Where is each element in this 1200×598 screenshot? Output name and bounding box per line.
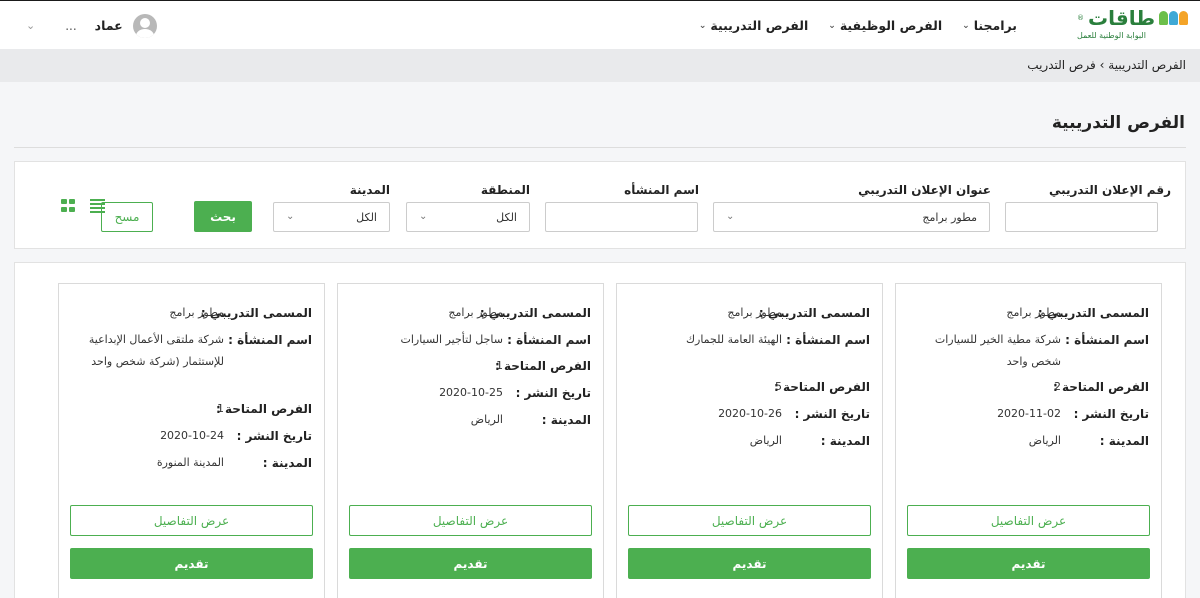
ad-number-input[interactable]: [1005, 202, 1158, 232]
breadcrumb-current: فرص التدريب: [1027, 58, 1096, 72]
chevron-down-icon: ⌄: [419, 211, 428, 222]
grid-view-icon[interactable]: [59, 199, 75, 213]
nav-our-programs[interactable]: برامجنا ⌄: [962, 18, 1017, 33]
registered-mark: ®: [1077, 14, 1084, 22]
chevron-down-icon[interactable]: ⌄: [26, 19, 35, 32]
published-value: 2020-10-24: [160, 429, 224, 442]
page-title: الفرص التدريبية: [1051, 113, 1185, 133]
results-container: المسمى التدريبي : مطور برامج اسم المنشأة…: [14, 262, 1186, 598]
title-value: مطور برامج: [1006, 306, 1061, 319]
available-value: 5: [775, 380, 782, 393]
opportunity-card: المسمى التدريبي : مطور برامج اسم المنشأة…: [895, 283, 1162, 598]
nav-label: برامجنا: [973, 18, 1017, 33]
apply-button[interactable]: تقديم: [907, 548, 1150, 579]
region-label: المنطقة: [480, 183, 530, 197]
details-button[interactable]: عرض التفاصيل: [70, 505, 313, 536]
ad-title-value: مطور برامج: [922, 210, 977, 224]
establishment-value: الهيئة العامة للجمارك: [685, 333, 782, 346]
logo-text: طاقات: [1088, 6, 1156, 30]
city-value: الرياض: [470, 413, 503, 426]
city-value: المدينة المنورة: [156, 456, 224, 469]
apply-button[interactable]: تقديم: [628, 548, 871, 579]
available-label: الفرص المتاحة :: [494, 359, 591, 373]
establishment-label: اسم المنشأة :: [228, 333, 312, 347]
published-label: تاريخ النشر :: [515, 386, 591, 400]
title-value: مطور برامج: [169, 306, 224, 319]
region-value: الكل: [496, 210, 517, 224]
search-panel: رقم الإعلان التدريبي عنوان الإعلان التدر…: [14, 161, 1186, 249]
chevron-down-icon: ⌄: [828, 20, 836, 31]
available-label: الفرص المتاحة :: [773, 380, 870, 394]
breadcrumb-parent[interactable]: الفرص التدريبية: [1108, 58, 1186, 72]
nav-job-opportunities[interactable]: الفرص الوظيفية ⌄: [828, 18, 942, 33]
details-button[interactable]: عرض التفاصيل: [628, 505, 871, 536]
top-header: طاقات ® البوابة الوطنية للعمل برامجنا ⌄ …: [0, 0, 1200, 49]
published-label: تاريخ النشر :: [794, 407, 870, 421]
city-label: المدينة :: [541, 413, 591, 427]
title-divider: [14, 147, 1186, 148]
breadcrumb: الفرص التدريبية › فرص التدريب: [1027, 58, 1186, 72]
logo-subtitle: البوابة الوطنية للعمل: [1077, 31, 1146, 40]
ad-title-select[interactable]: مطور برامج ⌄: [713, 202, 990, 232]
establishment-value: شركة مطية الخير للسيارات شخص واحد: [934, 333, 1061, 368]
available-value: 1: [496, 359, 503, 372]
nav-training-opportunities[interactable]: الفرص التدريبية ⌄: [699, 18, 808, 33]
details-button[interactable]: عرض التفاصيل: [349, 505, 592, 536]
published-value: 2020-10-25: [439, 386, 503, 399]
available-label: الفرص المتاحة :: [215, 402, 312, 416]
city-label: المدينة: [349, 183, 390, 197]
people-icon: [1159, 11, 1189, 25]
list-view-icon[interactable]: [89, 199, 105, 213]
establishment-label: اسم المنشأه: [624, 183, 699, 197]
ad-title-label: عنوان الإعلان التدريبي: [858, 183, 991, 197]
avatar-icon[interactable]: [132, 13, 157, 38]
city-value: الرياض: [749, 434, 782, 447]
apply-button[interactable]: تقديم: [70, 548, 313, 579]
chevron-down-icon: ⌄: [726, 211, 735, 222]
nav-label: الفرص الوظيفية: [839, 18, 943, 33]
city-value: الكل: [356, 210, 377, 224]
title-value: مطور برامج: [448, 306, 503, 319]
opportunity-card: المسمى التدريبي : مطور برامج اسم المنشأة…: [616, 283, 883, 598]
main-nav: برامجنا ⌄ الفرص الوظيفية ⌄ الفرص التدريب…: [699, 1, 1017, 50]
opportunity-card: المسمى التدريبي : مطور برامج اسم المنشأة…: [58, 283, 325, 598]
available-value: 2: [1054, 380, 1061, 393]
city-select[interactable]: الكل ⌄: [273, 202, 390, 232]
user-more[interactable]: ...: [65, 19, 76, 33]
published-value: 2020-10-26: [718, 407, 782, 420]
chevron-down-icon: ⌄: [286, 211, 295, 222]
ad-number-label: رقم الإعلان التدريبي: [1048, 183, 1171, 197]
city-label: المدينة :: [820, 434, 870, 448]
chevron-down-icon: ⌄: [698, 20, 707, 31]
chevron-down-icon: ⌄: [962, 20, 970, 31]
apply-button[interactable]: تقديم: [349, 548, 592, 579]
published-label: تاريخ النشر :: [236, 429, 312, 443]
user-name: عماد: [94, 18, 123, 33]
breadcrumb-separator: ›: [1099, 58, 1105, 72]
details-button[interactable]: عرض التفاصيل: [907, 505, 1150, 536]
available-label: الفرص المتاحة :: [1052, 380, 1149, 394]
establishment-label: اسم المنشأة :: [1065, 333, 1149, 347]
published-label: تاريخ النشر :: [1073, 407, 1149, 421]
city-label: المدينة :: [262, 456, 312, 470]
city-value: الرياض: [1028, 434, 1061, 447]
breadcrumb-bar: الفرص التدريبية › فرص التدريب: [0, 49, 1200, 82]
clear-button[interactable]: مسح: [101, 202, 153, 232]
city-label: المدينة :: [1099, 434, 1149, 448]
user-menu[interactable]: ⌄ ... عماد: [26, 1, 157, 50]
taqat-logo[interactable]: طاقات ® البوابة الوطنية للعمل: [1077, 6, 1189, 43]
region-select[interactable]: الكل ⌄: [406, 202, 530, 232]
nav-label: الفرص التدريبية: [710, 18, 809, 33]
published-value: 2020-11-02: [997, 407, 1061, 420]
opportunity-card: المسمى التدريبي : مطور برامج اسم المنشأة…: [337, 283, 604, 598]
establishment-input[interactable]: [545, 202, 698, 232]
search-button[interactable]: بحث: [194, 201, 252, 232]
establishment-label: اسم المنشأة :: [507, 333, 591, 347]
title-value: مطور برامج: [727, 306, 782, 319]
available-value: 1: [217, 402, 224, 415]
establishment-value: ساجل لتأجير السيارات: [400, 333, 503, 346]
establishment-label: اسم المنشأة :: [786, 333, 870, 347]
establishment-value: شركة ملتقى الأعمال الإبداعية للإستثمار (…: [88, 333, 224, 368]
